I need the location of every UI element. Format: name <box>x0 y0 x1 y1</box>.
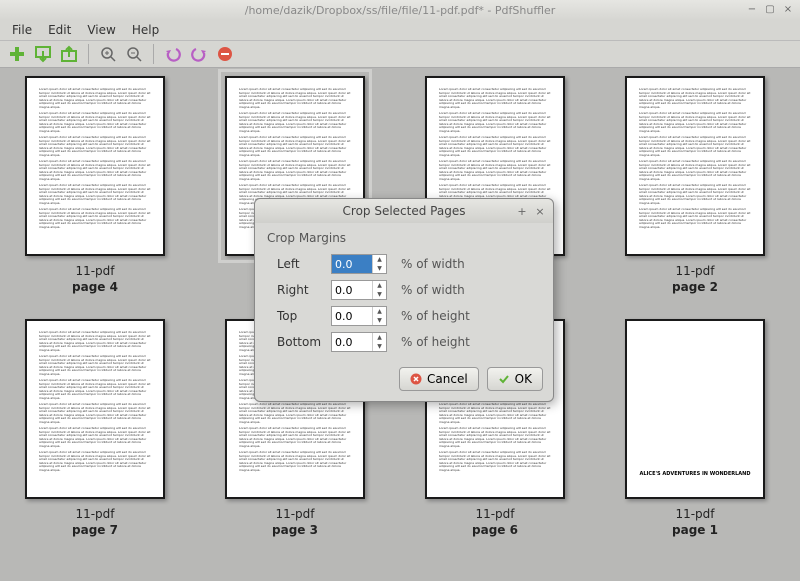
delete-button[interactable] <box>214 43 236 65</box>
crop-label: Bottom <box>267 335 331 349</box>
crop-unit: % of height <box>401 309 470 323</box>
ok-icon <box>498 373 510 385</box>
close-icon[interactable]: × <box>782 3 794 15</box>
menu-file[interactable]: File <box>4 21 40 39</box>
cancel-icon <box>410 373 422 385</box>
dialog-title: Crop Selected Pages <box>343 204 466 218</box>
crop-unit: % of height <box>401 335 470 349</box>
dialog-maximize-icon[interactable]: + <box>515 204 529 218</box>
spin-up-icon[interactable]: ▲ <box>373 307 386 316</box>
crop-row-left: Left▲▼% of width <box>267 251 541 277</box>
toolbar <box>0 40 800 68</box>
crop-unit: % of width <box>401 257 465 271</box>
cancel-label: Cancel <box>427 372 468 386</box>
crop-label: Top <box>267 309 331 323</box>
menu-view[interactable]: View <box>79 21 123 39</box>
crop-bottom-spinner[interactable]: ▲▼ <box>331 332 387 352</box>
crop-right-input[interactable] <box>332 281 372 299</box>
crop-label: Right <box>267 283 331 297</box>
crop-label: Left <box>267 257 331 271</box>
thumbnail-caption: 11-pdfpage 3 <box>272 507 318 538</box>
thumbnail-caption: 11-pdfpage 2 <box>672 264 718 295</box>
menu-bar: File Edit View Help <box>0 20 800 40</box>
crop-top-input[interactable] <box>332 307 372 325</box>
thumbnail-caption: 11-pdfpage 1 <box>672 507 718 538</box>
crop-dialog: Crop Selected Pages + × Crop Margins Lef… <box>254 198 554 402</box>
redo-button[interactable] <box>188 43 210 65</box>
crop-row-bottom: Bottom▲▼% of height <box>267 329 541 355</box>
spin-down-icon[interactable]: ▼ <box>373 264 386 273</box>
zoom-out-button[interactable] <box>123 43 145 65</box>
menu-help[interactable]: Help <box>124 21 167 39</box>
crop-unit: % of width <box>401 283 465 297</box>
page-thumbnail[interactable]: ALICE'S ADVENTURES IN WONDERLAND11-pdfpa… <box>620 319 770 538</box>
spin-up-icon[interactable]: ▲ <box>373 255 386 264</box>
crop-bottom-input[interactable] <box>332 333 372 351</box>
thumbnail-caption: 11-pdfpage 4 <box>72 264 118 295</box>
maximize-icon[interactable]: ▢ <box>764 3 776 15</box>
spin-up-icon[interactable]: ▲ <box>373 333 386 342</box>
crop-left-input[interactable] <box>332 255 372 273</box>
import-button[interactable] <box>32 43 54 65</box>
window-titlebar: /home/dazik/Dropbox/ss/file/file/11-pdf.… <box>0 0 800 20</box>
crop-left-spinner[interactable]: ▲▼ <box>331 254 387 274</box>
toolbar-separator <box>153 44 154 64</box>
spin-down-icon[interactable]: ▼ <box>373 342 386 351</box>
window-title: /home/dazik/Dropbox/ss/file/file/11-pdf.… <box>245 4 556 17</box>
thumbnail-caption: 11-pdfpage 7 <box>72 507 118 538</box>
dialog-close-icon[interactable]: × <box>533 204 547 218</box>
page-thumbnail[interactable]: Lorem ipsum dolor sit amet consectetur a… <box>20 319 170 538</box>
page-thumbnail[interactable]: Lorem ipsum dolor sit amet consectetur a… <box>620 76 770 295</box>
crop-row-right: Right▲▼% of width <box>267 277 541 303</box>
spin-down-icon[interactable]: ▼ <box>373 316 386 325</box>
spin-up-icon[interactable]: ▲ <box>373 281 386 290</box>
ok-label: OK <box>515 372 532 386</box>
spin-down-icon[interactable]: ▼ <box>373 290 386 299</box>
thumbnail-caption: 11-pdfpage 6 <box>472 507 518 538</box>
undo-button[interactable] <box>162 43 184 65</box>
page-thumbnail[interactable]: Lorem ipsum dolor sit amet consectetur a… <box>20 76 170 295</box>
toolbar-separator <box>88 44 89 64</box>
add-button[interactable] <box>6 43 28 65</box>
zoom-in-button[interactable] <box>97 43 119 65</box>
export-button[interactable] <box>58 43 80 65</box>
crop-top-spinner[interactable]: ▲▼ <box>331 306 387 326</box>
menu-edit[interactable]: Edit <box>40 21 79 39</box>
crop-row-top: Top▲▼% of height <box>267 303 541 329</box>
minimize-icon[interactable]: − <box>746 3 758 15</box>
dialog-titlebar[interactable]: Crop Selected Pages + × <box>255 199 553 223</box>
ok-button[interactable]: OK <box>487 367 543 391</box>
cancel-button[interactable]: Cancel <box>399 367 479 391</box>
crop-margins-label: Crop Margins <box>267 231 541 245</box>
crop-right-spinner[interactable]: ▲▼ <box>331 280 387 300</box>
